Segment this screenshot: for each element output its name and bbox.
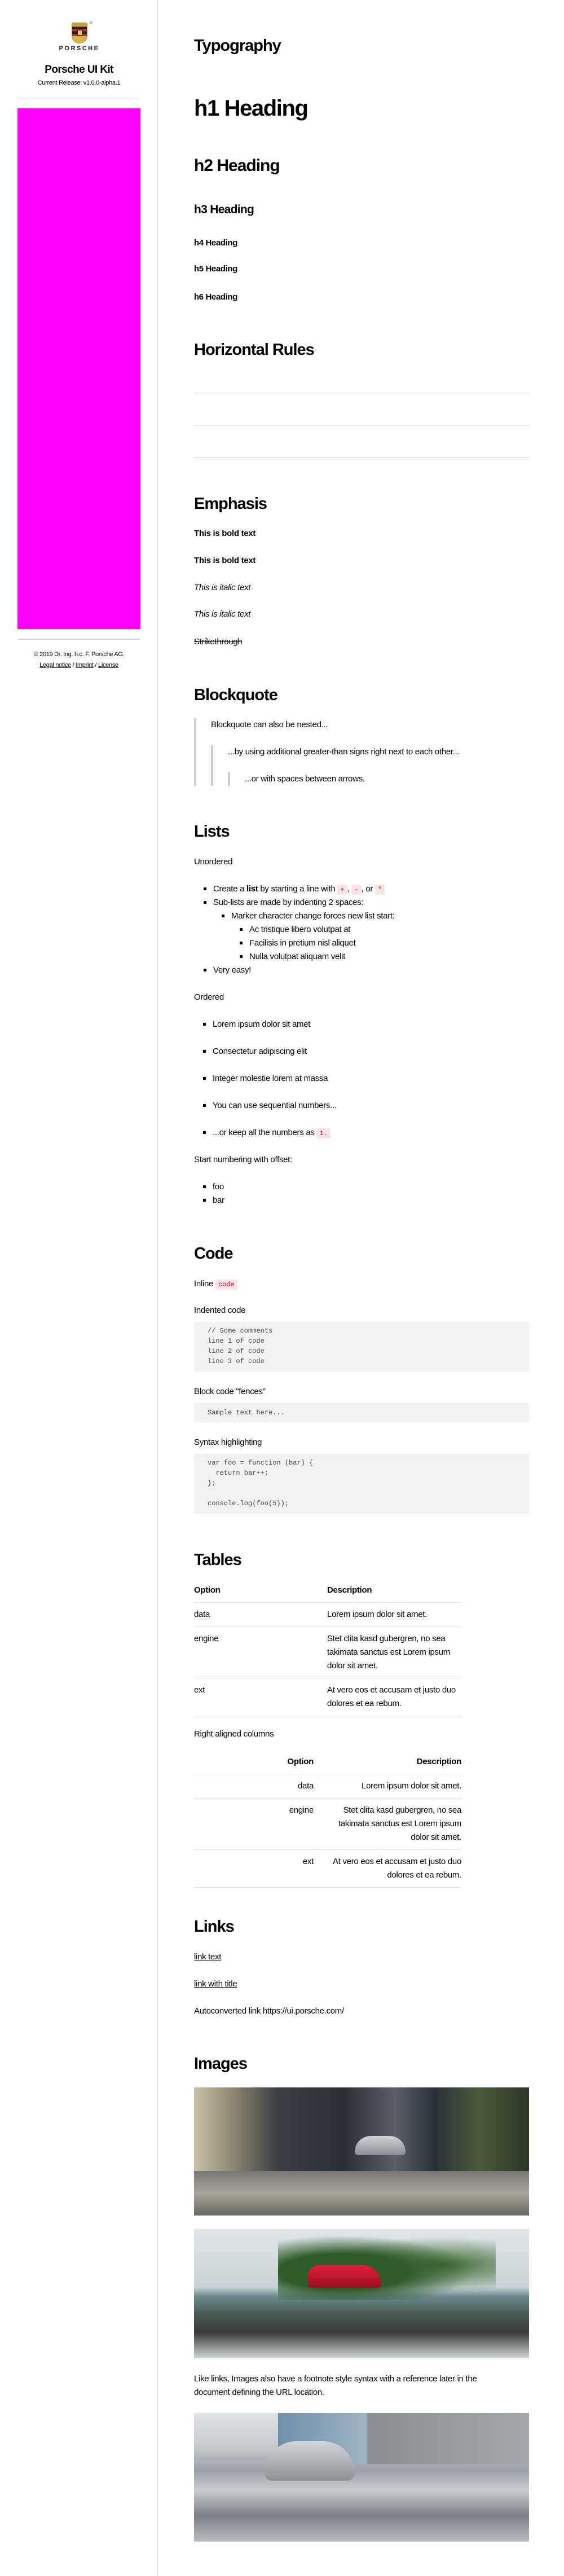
section-title-links: Links bbox=[194, 1918, 235, 1936]
list-item: You can use sequential numbers... bbox=[203, 1099, 337, 1113]
porsche-crest-icon bbox=[72, 23, 87, 43]
link-with-title[interactable]: link with title bbox=[194, 1977, 237, 1991]
blockquote-text: Blockquote can also be nested... bbox=[211, 720, 328, 729]
section-title-blockquote: Blockquote bbox=[194, 686, 278, 704]
italic-text: This is italic text bbox=[194, 583, 251, 592]
legal-notice-link[interactable]: Legal notice bbox=[39, 662, 71, 669]
section-title-tables: Tables bbox=[194, 1551, 242, 1569]
ordered-label: Ordered bbox=[194, 992, 224, 1002]
table-row: ext At vero eos et accusam et justo duo d… bbox=[194, 1678, 461, 1716]
section-title-lists: Lists bbox=[194, 823, 230, 841]
list-item: Ac tristique libero volutpat at bbox=[239, 923, 350, 937]
fences-label: Block code "fences" bbox=[194, 1387, 266, 1396]
license-link[interactable]: License bbox=[98, 662, 118, 669]
images-caption: Like links, Images also have a footnote … bbox=[194, 2374, 477, 2397]
navigation-placeholder[interactable] bbox=[17, 108, 140, 629]
list-item: Integer molestie lorem at massa bbox=[202, 1072, 328, 1085]
h4-heading: h4 Heading bbox=[194, 238, 237, 248]
strikethrough-text: Strikethrough bbox=[194, 637, 243, 647]
unordered-label: Unordered bbox=[194, 857, 233, 867]
h1-heading: h1 Heading bbox=[194, 96, 309, 121]
section-title-horizontal-rules: Horizontal Rules bbox=[194, 341, 315, 359]
blockquote-text: ...or with spaces between arrows. bbox=[245, 774, 365, 784]
bold-text: This is bold text bbox=[194, 556, 256, 565]
table-header-row: Option Description bbox=[194, 1750, 461, 1774]
code-block-indented: // Some comments line 1 of code line 2 o… bbox=[194, 1322, 529, 1371]
table-row: ext At vero eos et accusam et justo duo d… bbox=[194, 1849, 461, 1888]
link-text[interactable]: link text bbox=[194, 1950, 221, 1964]
porsche-wordmark: PORSCHE bbox=[59, 45, 100, 52]
column-header: Option bbox=[194, 1579, 327, 1603]
inline-code: 1. bbox=[316, 1128, 331, 1138]
table-row: data Lorem ipsum dolor sit amet. bbox=[194, 1602, 461, 1627]
column-header: Description bbox=[327, 1579, 461, 1603]
offset-label: Start numbering with offset: bbox=[194, 1155, 292, 1164]
column-header: Option bbox=[194, 1750, 314, 1774]
porsche-911-gt2-image bbox=[194, 2413, 529, 2542]
column-header: Description bbox=[314, 1750, 461, 1774]
registered-mark: ® bbox=[90, 21, 92, 25]
list-item: Marker character change forces new list … bbox=[222, 909, 395, 923]
porsche-boxster-coast-image bbox=[194, 2229, 529, 2358]
nested-blockquote: ...or with spaces between arrows. bbox=[228, 772, 529, 786]
blockquote: Blockquote can also be nested... ...by u… bbox=[194, 718, 529, 786]
h5-heading: h5 Heading bbox=[194, 264, 237, 274]
list-item: Consectetur adipiscing elit bbox=[203, 1045, 307, 1058]
main-content: Typography h1 Heading h2 Heading h3 Head… bbox=[194, 0, 529, 2576]
list-item: Facilisis in pretium nisl aliquet bbox=[240, 937, 356, 950]
table-header-row: Option Description bbox=[194, 1579, 461, 1603]
list-item: bar bbox=[203, 1194, 224, 1207]
syntax-label: Syntax highlighting bbox=[194, 1438, 262, 1447]
horizontal-rule bbox=[194, 457, 529, 458]
inline-code: code bbox=[215, 1280, 237, 1290]
list-item: Create a list by starting a line with +,… bbox=[203, 882, 385, 896]
options-table: Option Description data Lorem ipsum dolor … bbox=[194, 1579, 461, 1716]
porsche-car-house-image bbox=[194, 2087, 529, 2215]
divider bbox=[18, 639, 140, 640]
nested-blockquote: ...by using additional greater-than sign… bbox=[211, 745, 529, 786]
section-title-emphasis: Emphasis bbox=[194, 495, 267, 513]
code-block-fences: Sample text here... bbox=[194, 1403, 529, 1422]
release-version: Current Release: v1.0.0-alpha.1 bbox=[37, 80, 121, 86]
table-row: engine Stet clita kasd gubergren, no sea … bbox=[194, 1627, 461, 1678]
code-block-syntax: var foo = function (bar) { return bar++;… bbox=[194, 1454, 529, 1514]
separator: / bbox=[72, 662, 74, 669]
h6-heading: h6 Heading bbox=[194, 292, 237, 302]
table-row: engine Stet clita kasd gubergren, no sea … bbox=[194, 1798, 461, 1850]
sidebar: ® PORSCHE Porsche UI Kit Current Release… bbox=[0, 0, 158, 2576]
list-item: ...or keep all the numbers as 1. bbox=[203, 1126, 331, 1140]
list-item: Nulla volutpat aliquam velit bbox=[239, 950, 345, 964]
h2-heading: h2 Heading bbox=[194, 156, 280, 175]
inline-code: + bbox=[337, 885, 347, 895]
section-title-code: Code bbox=[194, 1245, 233, 1263]
inline-code: - bbox=[351, 885, 362, 895]
h3-heading: h3 Heading bbox=[194, 203, 254, 216]
section-title-typography: Typography bbox=[194, 37, 281, 55]
blockquote-text: ...by using additional greater-than sign… bbox=[228, 747, 460, 757]
inline-code: * bbox=[374, 885, 385, 895]
inline-code-example: Inline code bbox=[194, 1277, 237, 1291]
list-item: Sub-lists are made by indenting 2 spaces… bbox=[203, 896, 364, 909]
indented-code-label: Indented code bbox=[194, 1305, 246, 1315]
copyright: © 2019 Dr. Ing. h.c. F. Porsche AG. bbox=[33, 651, 125, 658]
separator: / bbox=[95, 662, 97, 669]
italic-text: This is italic text bbox=[194, 609, 251, 619]
autoconverted-link[interactable]: Autoconverted link https://ui.porsche.co… bbox=[194, 2004, 344, 2018]
imprint-link[interactable]: Imprint bbox=[76, 662, 94, 669]
section-title-images: Images bbox=[194, 2055, 248, 2073]
app-title: Porsche UI Kit bbox=[45, 64, 113, 76]
right-aligned-table: Option Description data Lorem ipsum dolor … bbox=[194, 1750, 461, 1888]
list-item: foo bbox=[203, 1180, 224, 1194]
legal-links: Legal notice / Imprint / License bbox=[0, 661, 158, 670]
bold-text: This is bold text bbox=[194, 529, 256, 538]
table-row: data Lorem ipsum dolor sit amet. bbox=[194, 1774, 461, 1799]
right-aligned-label: Right aligned columns bbox=[194, 1729, 274, 1739]
list-item: Lorem ipsum dolor sit amet bbox=[202, 1018, 310, 1031]
list-item: Very easy! bbox=[203, 964, 251, 977]
